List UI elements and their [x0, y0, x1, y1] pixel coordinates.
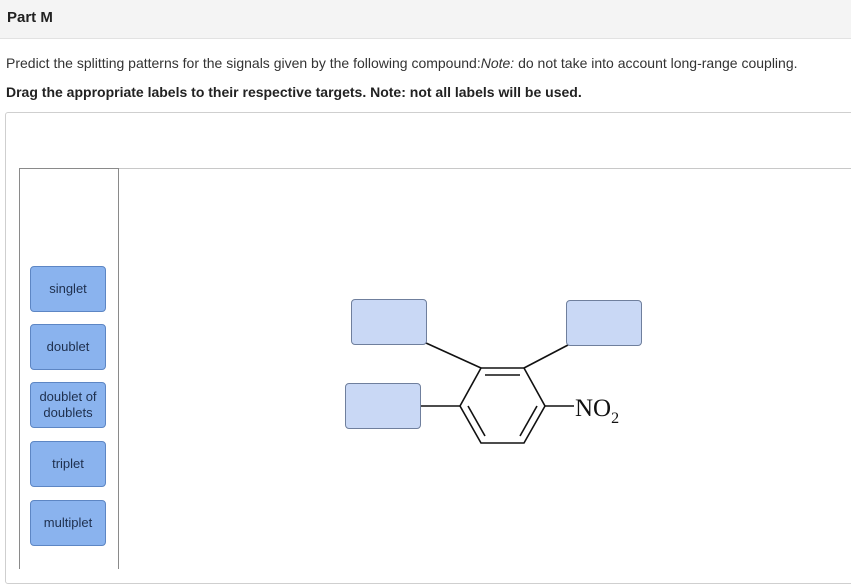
drop-target-top-left[interactable] — [351, 299, 427, 345]
drop-target-left[interactable] — [345, 383, 421, 429]
ring-double-bond-right — [519, 405, 538, 437]
nitro-group-label: NO2 — [575, 395, 619, 427]
nitro-symbol: NO — [575, 395, 611, 422]
bond-to-target-top-right — [523, 344, 569, 369]
ring-double-bond-left — [467, 405, 486, 437]
nitrobenzene-structure: NO2 — [420, 342, 619, 444]
drop-target-top-right[interactable] — [566, 300, 642, 346]
benzene-ring — [459, 367, 546, 444]
bond-to-target-top-left — [425, 342, 482, 369]
nitro-subscript: 2 — [611, 410, 619, 427]
